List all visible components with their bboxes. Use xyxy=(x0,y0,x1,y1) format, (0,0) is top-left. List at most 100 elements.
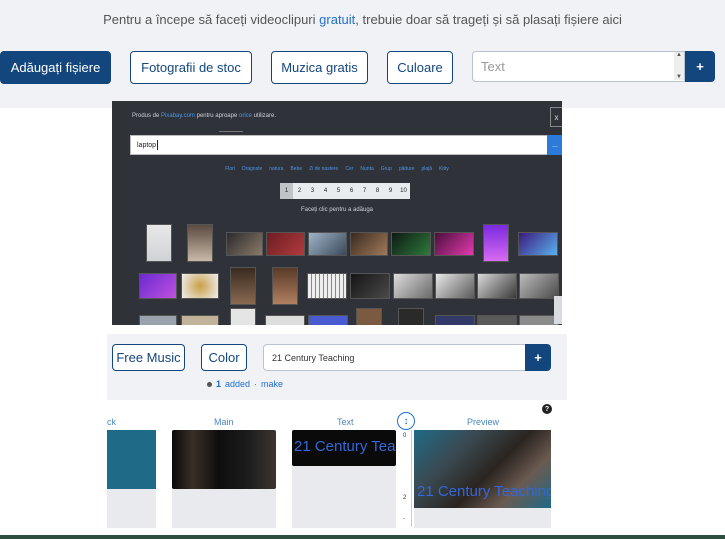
page-button[interactable]: 3 xyxy=(306,183,319,199)
tag-link[interactable]: plajă xyxy=(421,166,432,172)
text-input-spinner[interactable]: ▲ ▼ xyxy=(674,52,684,80)
close-icon[interactable]: x xyxy=(550,107,562,127)
photo-thumbnail[interactable] xyxy=(307,273,347,299)
tag-link[interactable]: Nunta xyxy=(360,166,373,172)
page-button[interactable]: 10 xyxy=(397,183,410,199)
photo-thumbnail[interactable] xyxy=(139,273,177,299)
tag-link[interactable]: Bebe xyxy=(290,166,302,172)
pagination: 1 2 3 4 5 6 7 8 9 10 xyxy=(280,183,410,199)
text-input[interactable]: Text xyxy=(472,51,685,82)
tag-link[interactable]: Zi de nastere xyxy=(309,166,338,172)
main-track[interactable] xyxy=(172,430,276,528)
photo-thumbnail[interactable] xyxy=(181,273,219,299)
page-button[interactable]: 7 xyxy=(358,183,371,199)
separator: · xyxy=(254,379,258,389)
page-button[interactable]: 5 xyxy=(332,183,345,199)
pixabay-link[interactable]: Pixabay.com xyxy=(161,113,195,119)
stock-photos-button[interactable]: Fotografii de stoc xyxy=(130,51,252,84)
spinner-up-icon[interactable]: ▲ xyxy=(676,52,682,58)
text-clip[interactable]: 21 Century Teaching xyxy=(292,430,396,466)
tag-link[interactable]: Cer xyxy=(345,166,353,172)
tag-link[interactable]: natura xyxy=(269,166,283,172)
text-input-placeholder: Text xyxy=(481,59,505,74)
free-music-button-secondary[interactable]: Free Music xyxy=(112,344,185,371)
photo-thumbnail[interactable] xyxy=(146,224,172,262)
tag-link[interactable]: pădure xyxy=(399,166,415,172)
page-button[interactable]: 4 xyxy=(319,183,332,199)
add-overlay-text-button[interactable]: + xyxy=(525,344,551,371)
photo-thumbnail[interactable] xyxy=(435,315,475,325)
tag-link[interactable]: Flori xyxy=(225,166,235,172)
tag-link[interactable]: Grup xyxy=(381,166,392,172)
added-label: added xyxy=(225,379,251,389)
photo-thumbnail[interactable] xyxy=(393,273,433,299)
add-text-button[interactable]: + xyxy=(685,51,715,82)
page-button[interactable]: 6 xyxy=(345,183,358,199)
back-track[interactable] xyxy=(107,430,156,528)
photo-thumbnail[interactable] xyxy=(477,273,517,299)
photo-thumbnail[interactable] xyxy=(519,273,559,299)
photo-thumbnail[interactable] xyxy=(391,232,431,256)
color-button[interactable]: Culoare xyxy=(387,51,453,84)
ruler-tick: 0 xyxy=(403,433,407,439)
editor-root: { "header": { "intro_before": "Pentru a … xyxy=(0,0,725,539)
text-cursor xyxy=(157,140,159,150)
intro-text-end: , trebuie doar să trageți și să plasați … xyxy=(355,12,622,27)
modal-scrollbar[interactable] xyxy=(554,296,562,324)
track-label-main: Main xyxy=(214,417,234,427)
color-button-secondary[interactable]: Color xyxy=(201,344,247,371)
photo-thumbnail[interactable] xyxy=(477,315,517,325)
photo-thumbnail[interactable] xyxy=(308,315,348,325)
any-use-link[interactable]: orice xyxy=(239,113,252,119)
tag-link[interactable]: Dragoste xyxy=(242,166,262,172)
photo-thumbnail[interactable] xyxy=(518,232,558,256)
photo-thumbnail[interactable] xyxy=(434,232,474,256)
photo-thumbnail[interactable] xyxy=(483,224,509,262)
photo-thumbnail[interactable] xyxy=(519,315,559,325)
status-dot-icon xyxy=(207,381,212,387)
photo-thumbnail[interactable] xyxy=(308,232,347,256)
free-music-button[interactable]: Muzica gratis xyxy=(271,51,368,84)
tag-link[interactable]: Kitty xyxy=(439,166,449,172)
photo-thumbnail[interactable] xyxy=(226,232,263,256)
timeline-ruler: 0 2 - xyxy=(398,430,412,527)
photo-search-button[interactable]: ... xyxy=(547,135,562,155)
photo-thumbnail[interactable] xyxy=(266,232,305,256)
photo-thumbnail[interactable] xyxy=(272,267,298,305)
reorder-icon[interactable]: ↕ xyxy=(397,412,415,430)
page-button[interactable]: 9 xyxy=(384,183,397,199)
photo-thumbnail[interactable] xyxy=(398,308,424,325)
overlay-text-value: 21 Century Teaching xyxy=(272,352,355,363)
stock-photo-modal: Produs de Pixabay.com pentru aproape ori… xyxy=(112,101,562,325)
photo-thumbnail[interactable] xyxy=(230,267,256,305)
free-link[interactable]: gratuit xyxy=(319,12,355,27)
photo-search-input[interactable]: laptop xyxy=(130,135,548,155)
photo-thumbnail[interactable] xyxy=(230,308,256,325)
make-link[interactable]: make xyxy=(261,379,283,389)
video-clip[interactable] xyxy=(172,430,276,489)
photo-thumbnail[interactable] xyxy=(356,308,382,325)
help-icon[interactable]: ? xyxy=(542,404,552,414)
photo-thumbnail[interactable] xyxy=(139,315,177,325)
spinner-down-icon[interactable]: ▼ xyxy=(676,74,682,80)
page-button[interactable]: 2 xyxy=(293,183,306,199)
photo-thumbnail[interactable] xyxy=(435,273,475,299)
divider xyxy=(219,131,243,132)
add-files-button[interactable]: Adăugați fișiere xyxy=(0,51,111,84)
text-track[interactable]: 21 Century Teaching xyxy=(292,430,396,528)
photo-search-value: laptop xyxy=(137,141,157,149)
page-button[interactable]: 1 xyxy=(280,183,293,199)
track-label-preview: Preview xyxy=(467,417,500,427)
footer-divider xyxy=(0,535,725,539)
photo-thumbnail[interactable] xyxy=(265,315,305,325)
photo-thumbnail[interactable] xyxy=(181,315,219,325)
photo-thumbnail[interactable] xyxy=(350,273,390,299)
track-label-text: Text xyxy=(337,417,354,427)
background-clip[interactable] xyxy=(107,430,156,489)
photo-thumbnail[interactable] xyxy=(350,232,388,256)
overlay-text-input[interactable]: 21 Century Teaching xyxy=(263,344,526,371)
page-button[interactable]: 8 xyxy=(371,183,384,199)
preview-overlay-text: 21 Century Teaching xyxy=(417,483,551,500)
modal-credit: Produs de Pixabay.com pentru aproape ori… xyxy=(132,113,276,119)
photo-thumbnail[interactable] xyxy=(187,224,213,262)
